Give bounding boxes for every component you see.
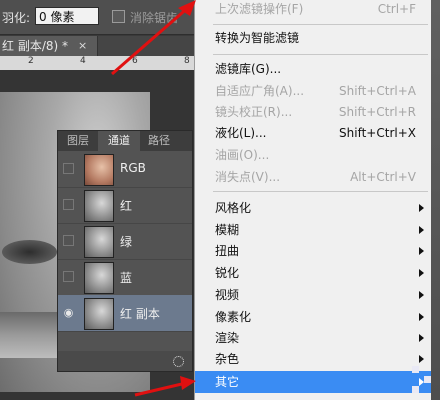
- filter-menu: 上次滤镜操作(F) Ctrl+F 转换为智能滤镜 滤镜库(G)... 自适应广角…: [194, 0, 432, 400]
- ruler-mark: 2: [28, 56, 34, 66]
- menu-item-label: 像素化: [215, 310, 252, 324]
- menu-item-pixelate[interactable]: 像素化: [195, 306, 432, 328]
- right-panel-edge: [431, 0, 440, 400]
- submenu-arrow-icon: [419, 313, 424, 321]
- menu-item-shortcut: Shift+Ctrl+R: [338, 105, 416, 119]
- feather-input[interactable]: 0 像素: [35, 7, 99, 25]
- document-tab-title: 红 副本/8) *: [2, 39, 68, 53]
- close-icon[interactable]: ×: [78, 36, 87, 56]
- channel-thumbnail: [84, 154, 114, 186]
- ruler-mark: 6: [132, 56, 138, 66]
- submenu-arrow-icon: [419, 269, 424, 277]
- channel-row-green[interactable]: 绿: [58, 223, 192, 260]
- menu-item-video[interactable]: 视频: [195, 284, 432, 306]
- panel-footer: [58, 351, 192, 371]
- corner-pixel: [412, 386, 419, 393]
- menu-item-adaptive-wide-angle[interactable]: 自适应广角(A)... Shift+Ctrl+A: [195, 80, 432, 102]
- channel-name: 绿: [120, 235, 133, 249]
- eye-icon[interactable]: ◉: [63, 307, 74, 318]
- menu-item-label: 上次滤镜操作(F): [215, 2, 304, 16]
- menu-item-label: 镜头校正(R)...: [215, 105, 293, 119]
- tab-paths[interactable]: 路径: [140, 131, 178, 151]
- antialias-label: 消除锯齿: [130, 11, 179, 25]
- tab-layers[interactable]: 图层: [58, 131, 98, 151]
- submenu-arrow-icon: [419, 226, 424, 234]
- tab-strip: [98, 36, 198, 56]
- menu-item-blur[interactable]: 模糊: [195, 219, 432, 241]
- menu-item-lens-correction[interactable]: 镜头校正(R)... Shift+Ctrl+R: [195, 101, 432, 123]
- photo-nostril: [2, 240, 57, 264]
- channel-name: 红 副本: [120, 307, 160, 321]
- menu-item-other[interactable]: 其它: [195, 371, 432, 393]
- menu-item-label: 渲染: [215, 331, 240, 345]
- menu-item-label: 杂色: [215, 352, 240, 366]
- visibility-toggle[interactable]: [63, 271, 74, 282]
- channel-row-red[interactable]: 红: [58, 187, 192, 224]
- channel-thumbnail: [84, 262, 114, 294]
- menu-item-shortcut: Alt+Ctrl+V: [350, 170, 416, 184]
- channel-thumbnail: [84, 190, 114, 222]
- menu-item-vanishing-point[interactable]: 消失点(V)... Alt+Ctrl+V: [195, 166, 432, 188]
- menu-item-label: 风格化: [215, 201, 252, 215]
- feather-label: 羽化:: [2, 11, 31, 25]
- menu-item-label: 滤镜库(G)...: [215, 62, 282, 76]
- menu-item-label: 油画(O)...: [215, 148, 270, 162]
- menu-item-liquify[interactable]: 液化(L)... Shift+Ctrl+X: [195, 122, 432, 144]
- menu-item-label: 液化(L)...: [215, 126, 267, 140]
- corner-pixel: [412, 366, 419, 373]
- menu-item-shortcut: Shift+Ctrl+A: [339, 84, 416, 98]
- corner-pixel: [424, 376, 431, 383]
- visibility-toggle[interactable]: [63, 235, 74, 246]
- menu-item-noise[interactable]: 杂色: [195, 348, 432, 370]
- document-tab[interactable]: 红 副本/8) * ×: [0, 36, 98, 56]
- submenu-arrow-icon: [419, 291, 424, 299]
- menu-item-last-filter[interactable]: 上次滤镜操作(F) Ctrl+F: [195, 0, 432, 20]
- menu-item-sharpen[interactable]: 锐化: [195, 262, 432, 284]
- channel-thumbnail: [84, 226, 114, 258]
- menu-item-distort[interactable]: 扭曲: [195, 240, 432, 262]
- menu-item-label: 锐化: [215, 266, 240, 280]
- channel-thumbnail: [84, 298, 114, 330]
- menu-item-label: 扭曲: [215, 244, 240, 258]
- submenu-arrow-icon: [419, 204, 424, 212]
- menu-separator: [213, 54, 428, 55]
- panel-tabs: 图层 通道 路径: [58, 131, 192, 151]
- menu-item-label: 消失点(V)...: [215, 170, 281, 184]
- channel-row-rgb[interactable]: RGB: [58, 151, 192, 188]
- channel-name: 蓝: [120, 271, 133, 285]
- menu-item-label: 转换为智能滤镜: [215, 31, 300, 45]
- channel-name: 红: [120, 199, 133, 213]
- load-selection-icon[interactable]: [173, 356, 184, 367]
- menu-item-shortcut: Ctrl+F: [377, 2, 416, 16]
- visibility-toggle[interactable]: [63, 199, 74, 210]
- menu-item-filter-gallery[interactable]: 滤镜库(G)...: [195, 58, 432, 80]
- submenu-arrow-icon: [419, 247, 424, 255]
- visibility-toggle[interactable]: [63, 163, 74, 174]
- menu-item-label: 其它: [215, 375, 240, 389]
- submenu-arrow-icon: [419, 334, 424, 342]
- tab-channels[interactable]: 通道: [98, 131, 140, 151]
- menu-item-oil-paint[interactable]: 油画(O)...: [195, 144, 432, 166]
- channel-name: RGB: [120, 161, 146, 175]
- menu-item-stylize[interactable]: 风格化: [195, 197, 432, 219]
- channel-row-red-copy[interactable]: ◉ 红 副本: [58, 295, 192, 332]
- channel-row-blue[interactable]: 蓝: [58, 259, 192, 296]
- submenu-arrow-icon: [419, 355, 424, 363]
- menu-item-label: 模糊: [215, 223, 240, 237]
- menu-separator: [213, 191, 428, 192]
- antialias-checkbox[interactable]: [112, 10, 125, 23]
- menu-item-render[interactable]: 渲染: [195, 327, 432, 349]
- horizontal-ruler: 2 4 6 8: [0, 56, 196, 71]
- menu-item-label: 视频: [215, 288, 240, 302]
- ruler-mark: 4: [80, 56, 86, 66]
- menu-item-shortcut: Shift+Ctrl+X: [339, 126, 416, 140]
- menu-item-label: 自适应广角(A)...: [215, 84, 305, 98]
- channels-panel: 图层 通道 路径 RGB 红 绿 蓝 ◉ 红 副本: [57, 130, 193, 372]
- menu-separator: [213, 24, 428, 25]
- menu-item-convert-smart-filter[interactable]: 转换为智能滤镜: [195, 27, 432, 49]
- ruler-mark: 8: [184, 56, 190, 66]
